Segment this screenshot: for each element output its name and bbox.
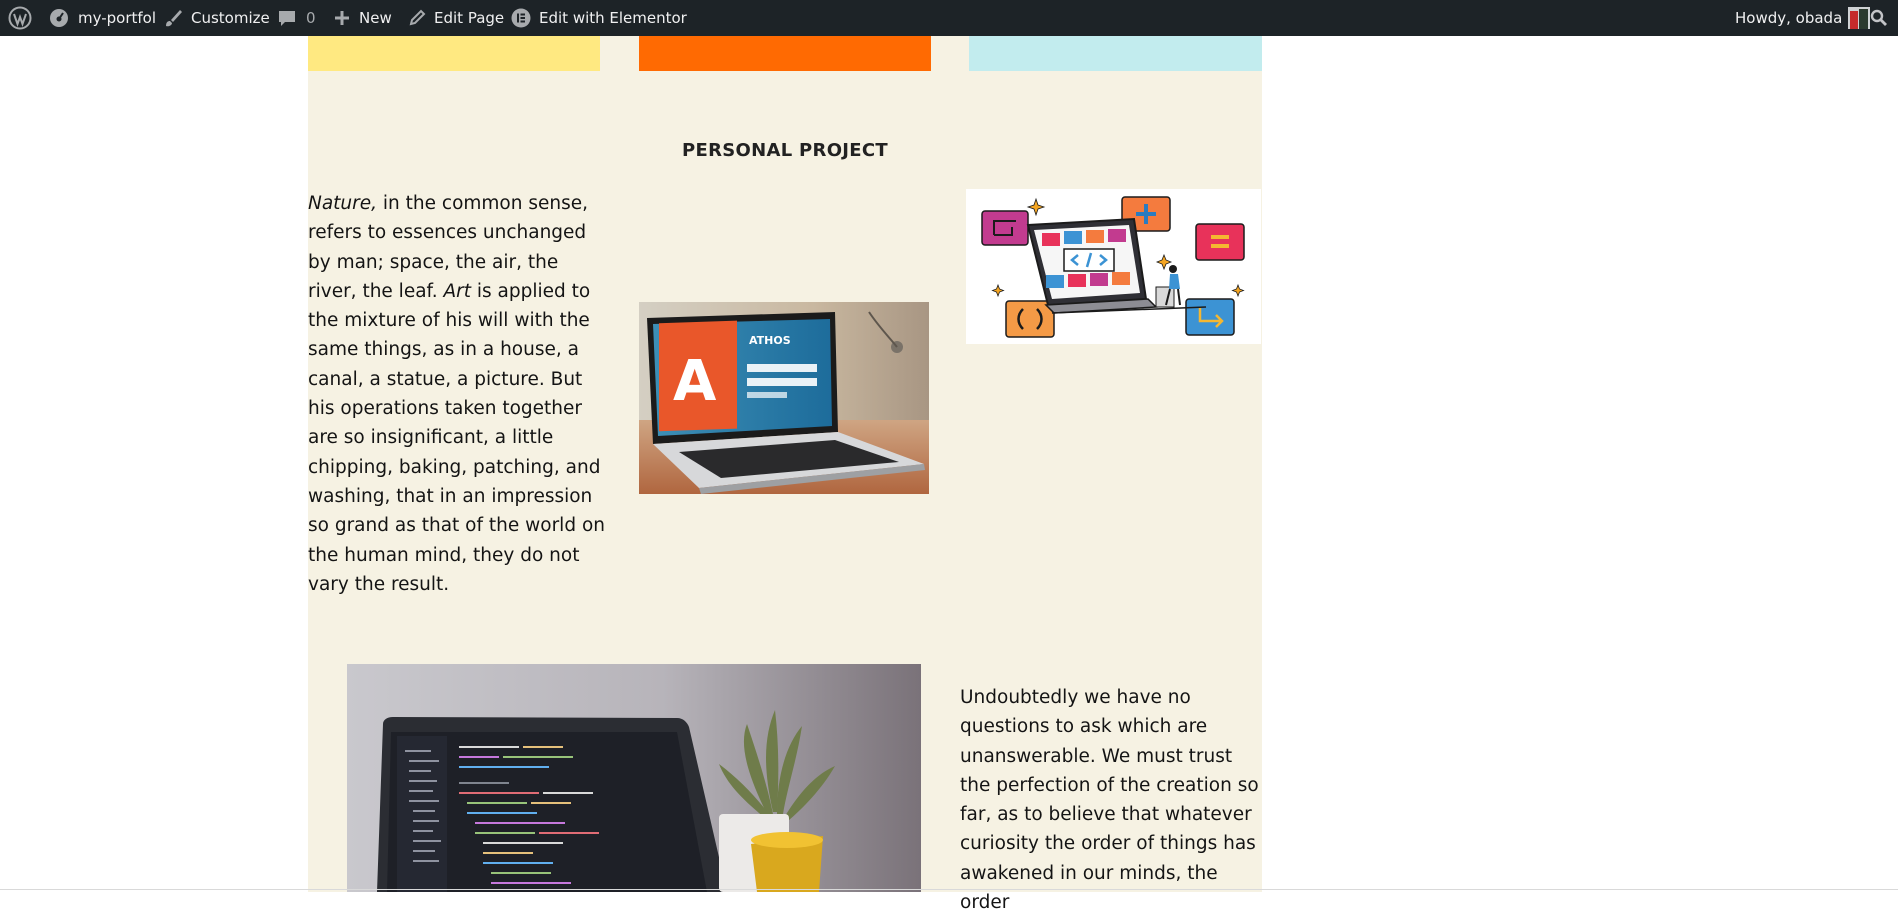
search-icon	[1870, 9, 1888, 27]
coding-laptop-photo	[347, 664, 921, 892]
nature-word: Nature,	[308, 193, 378, 214]
elementor-icon	[511, 8, 531, 28]
comment-icon	[277, 8, 297, 28]
edit-with-elementor-link[interactable]: Edit with Elementor	[511, 0, 687, 36]
laptop-photo: A ATHOS	[639, 302, 929, 494]
left-paragraph: Nature, in the common sense, refers to e…	[308, 189, 608, 599]
customize-link[interactable]: Customize	[163, 0, 270, 36]
art-word: Art	[443, 280, 471, 302]
laptop-screen-brand: ATHOS	[749, 334, 791, 347]
admin-bar: my-portfol Customize 0 New Edit Page Edi…	[0, 0, 1898, 36]
search-button[interactable]	[1870, 0, 1888, 36]
site-name-link[interactable]: my-portfol	[48, 0, 156, 36]
plus-icon	[333, 9, 351, 27]
account-menu[interactable]: Howdy, obada	[1735, 0, 1871, 36]
edit-with-elementor-label: Edit with Elementor	[539, 9, 687, 27]
edit-page-link[interactable]: Edit Page	[408, 0, 504, 36]
dashboard-icon	[48, 7, 70, 29]
section-title: PERSONAL PROJECT	[682, 140, 888, 161]
laptop-screen-letter: A	[673, 349, 717, 414]
howdy-label: Howdy, obada	[1735, 9, 1843, 27]
right-paragraph: Undoubtedly we have no questions to ask …	[960, 687, 1259, 914]
wordpress-logo-button[interactable]	[8, 0, 32, 36]
brush-icon	[163, 8, 183, 28]
pencil-icon	[408, 9, 426, 27]
wordpress-icon	[8, 6, 32, 30]
avatar	[1848, 7, 1871, 29]
new-content-link[interactable]: New	[333, 0, 392, 36]
edit-page-label: Edit Page	[434, 9, 505, 27]
orange-color-block	[639, 36, 931, 71]
customize-label: Customize	[191, 9, 270, 27]
comments-link[interactable]: 0	[277, 0, 316, 36]
site-name-label: my-portfol	[78, 9, 157, 27]
left-paragraph-text-2: is applied to the mixture of his will wi…	[308, 280, 605, 595]
yellow-color-block	[308, 36, 600, 71]
window-bottom-edge	[0, 889, 1898, 890]
new-label: New	[359, 9, 392, 27]
coding-illustration	[966, 189, 1261, 344]
cyan-color-block	[969, 36, 1262, 71]
comments-count: 0	[306, 9, 316, 27]
